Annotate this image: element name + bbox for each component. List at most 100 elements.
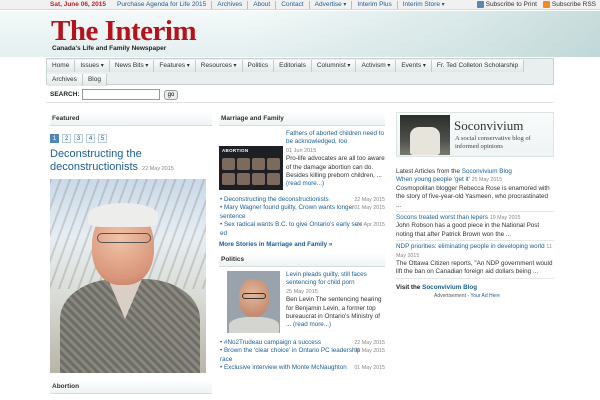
list-item[interactable]: • Exclusive interview with Monte McNaugh… (219, 364, 385, 372)
search-bar: SEARCH: go (46, 89, 554, 103)
top-link-interim-plus[interactable]: Interim Plus (351, 0, 396, 9)
politics-heading: Politics (219, 253, 385, 268)
top-link-about[interactable]: About (247, 0, 275, 9)
featured-article: Deconstructing the deconstructionists 22 … (50, 148, 212, 176)
thumbnail-face (252, 173, 265, 185)
nav-activism[interactable]: Activism (356, 60, 397, 72)
thumbnail-glasses (242, 293, 266, 300)
list-item[interactable]: • Brown the 'clear choice' in Ontario PC… (219, 347, 385, 364)
photo-glasses (97, 233, 151, 243)
advertisement-label: Advertisement - Your Ad Here (434, 292, 500, 299)
thumbnail-face (237, 158, 250, 170)
politics-lead-read-more[interactable]: (read more...) (293, 321, 331, 328)
nav-features[interactable]: Features (154, 60, 196, 72)
top-link-interim-store[interactable]: Interim Store (396, 0, 450, 9)
marriage-lead-thumbnail[interactable]: ABORTION (219, 146, 283, 190)
list-item[interactable]: • Deconstructing the deconstructionists 2… (219, 196, 385, 204)
blog-item-title[interactable]: Socons treated worst than lepers (396, 214, 488, 221)
nav-row-1: Home Issues News Bits Features Resources… (47, 60, 525, 72)
marriage-lead-read-more[interactable]: (read more...) (286, 180, 324, 187)
subscribe-print-link[interactable]: Subscribe to Print (486, 1, 537, 8)
thumbnail-face (222, 173, 235, 185)
blog-item-excerpt: The Ottawa Citizen reports, "An NDP gove… (396, 260, 553, 276)
middle-column: Marriage and Family ABORTION Fathers of … (219, 112, 385, 373)
blog-item-date: 25 May 2015 (471, 177, 503, 184)
nav-blog[interactable]: Blog (82, 74, 107, 86)
print-icon (476, 1, 484, 8)
marriage-lead-text: Fathers of aborted children need to be a… (286, 130, 385, 190)
your-ad-here-link[interactable]: Your Ad Here (470, 293, 500, 299)
politics-lead-story: Levin pleads guilty, still faces sentenc… (219, 271, 385, 334)
thumbnail-shirt (229, 317, 279, 334)
list-item: When young people 'get it' 25 May 2015 C… (396, 176, 554, 213)
top-link-contact[interactable]: Contact (275, 0, 308, 9)
blog-link[interactable]: Soconvivium Blog (462, 168, 512, 175)
search-label: SEARCH: (50, 91, 80, 98)
featured-photo[interactable] (50, 179, 206, 373)
list-item: Socons treated worst than lepers 19 May … (396, 214, 554, 242)
politics-lead-text: Levin pleads guilty, still faces sentenc… (286, 271, 385, 333)
nav-archives[interactable]: Archives (47, 74, 83, 86)
nav-scholarship[interactable]: Fr. Ted Colleton Scholarship (431, 60, 525, 72)
subscribe-links: Subscribe to Print Subscribe RSS (471, 1, 600, 8)
featured-heading: Featured (50, 112, 212, 126)
list-item[interactable]: • #No2Trudeau campaign a success 22 May 2… (219, 339, 385, 347)
politics-story-list: • #No2Trudeau campaign a success 22 May 2… (219, 339, 385, 373)
marriage-lead-excerpt: Pro-life advocates are all too aware of … (286, 155, 385, 180)
pager-page-3[interactable]: 3 (74, 134, 83, 143)
right-column: Soconvivium A social conservative blog o… (396, 112, 554, 299)
thumbnail-face (237, 173, 250, 185)
featured-article-title[interactable]: Deconstructing the deconstructionists (50, 148, 142, 173)
marriage-more-stories-link[interactable]: More Stories in Marriage and Family » (219, 241, 385, 248)
blog-latest-articles: Latest Articles from the Soconvivium Blo… (396, 168, 554, 279)
politics-lead-thumbnail[interactable] (227, 271, 280, 334)
nav-editorials[interactable]: Editorials (274, 60, 312, 72)
search-go-button[interactable]: go (163, 89, 179, 100)
subscribe-rss-link[interactable]: Subscribe RSS (552, 1, 596, 8)
site-tagline: Canada's Life and Family Newspaper (52, 45, 167, 52)
nav-politics[interactable]: Politics (242, 60, 275, 72)
promo-image-table (410, 127, 440, 155)
blog-description: A social conservative blog of informed o… (455, 135, 531, 150)
search-input[interactable] (81, 89, 160, 100)
masthead-decoration (250, 11, 600, 57)
top-link-advertise[interactable]: Advertise (308, 0, 352, 9)
marriage-lead-story: ABORTION Fathers of aborted children nee… (219, 130, 385, 190)
blog-item-title[interactable]: NDP priorities: eliminating people in de… (396, 243, 545, 250)
blog-item-title[interactable]: When young people 'get it' (396, 176, 470, 183)
thumbnail-caption: ABORTION (222, 148, 249, 153)
top-link-archives[interactable]: Archives (211, 0, 247, 9)
nav-row-2: Archives Blog (47, 74, 107, 86)
list-item[interactable]: • Mary Wagner found guilty, Crown wants … (219, 204, 385, 221)
nav-resources[interactable]: Resources (195, 60, 243, 72)
pager-page-5[interactable]: 5 (98, 134, 107, 143)
blog-item-excerpt: Cosmopolitan blogger Rebecca Rose is ena… (396, 184, 550, 209)
politics-lead-date: 25 May 2015 (286, 288, 318, 295)
photo-hair (88, 203, 158, 227)
thumbnail-face (252, 158, 265, 170)
list-item[interactable]: • Sex radical wants B.C. to give Ontario… (219, 221, 385, 238)
thumbnail-face (267, 173, 280, 185)
thumbnail-face (222, 158, 235, 170)
marriage-lead-title[interactable]: Fathers of aborted children need to be a… (286, 130, 385, 147)
nav-news-bits[interactable]: News Bits (109, 60, 155, 72)
blog-promo-banner[interactable]: Soconvivium A social conservative blog o… (396, 112, 554, 157)
blog-name: Soconvivium (454, 118, 524, 133)
pager-page-2[interactable]: 2 (62, 134, 71, 143)
featured-article-date: 22 May 2015 (142, 166, 174, 172)
pager-page-1[interactable]: 1 (50, 134, 59, 143)
top-link-agenda[interactable]: Purchase Agenda for Life 2015 (112, 1, 211, 9)
marriage-family-heading: Marriage and Family (219, 112, 385, 126)
blog-item-date: 19 May 2015 (489, 215, 521, 222)
visit-blog-link[interactable]: Soconvivium Blog (422, 284, 477, 291)
marriage-story-list: • Deconstructing the deconstructionists 2… (219, 196, 385, 238)
nav-home[interactable]: Home (47, 60, 76, 72)
blog-promo-image (400, 115, 450, 155)
politics-lead-title[interactable]: Levin pleads guilty, still faces sentenc… (286, 271, 385, 288)
pager-page-4[interactable]: 4 (86, 134, 95, 143)
nav-issues[interactable]: Issues (75, 60, 110, 72)
nav-columnist[interactable]: Columnist (311, 60, 357, 72)
nav-events[interactable]: Events (396, 60, 432, 72)
featured-pager: 1 2 3 4 5 (50, 134, 212, 143)
site-logo[interactable]: The Interim (51, 17, 197, 46)
